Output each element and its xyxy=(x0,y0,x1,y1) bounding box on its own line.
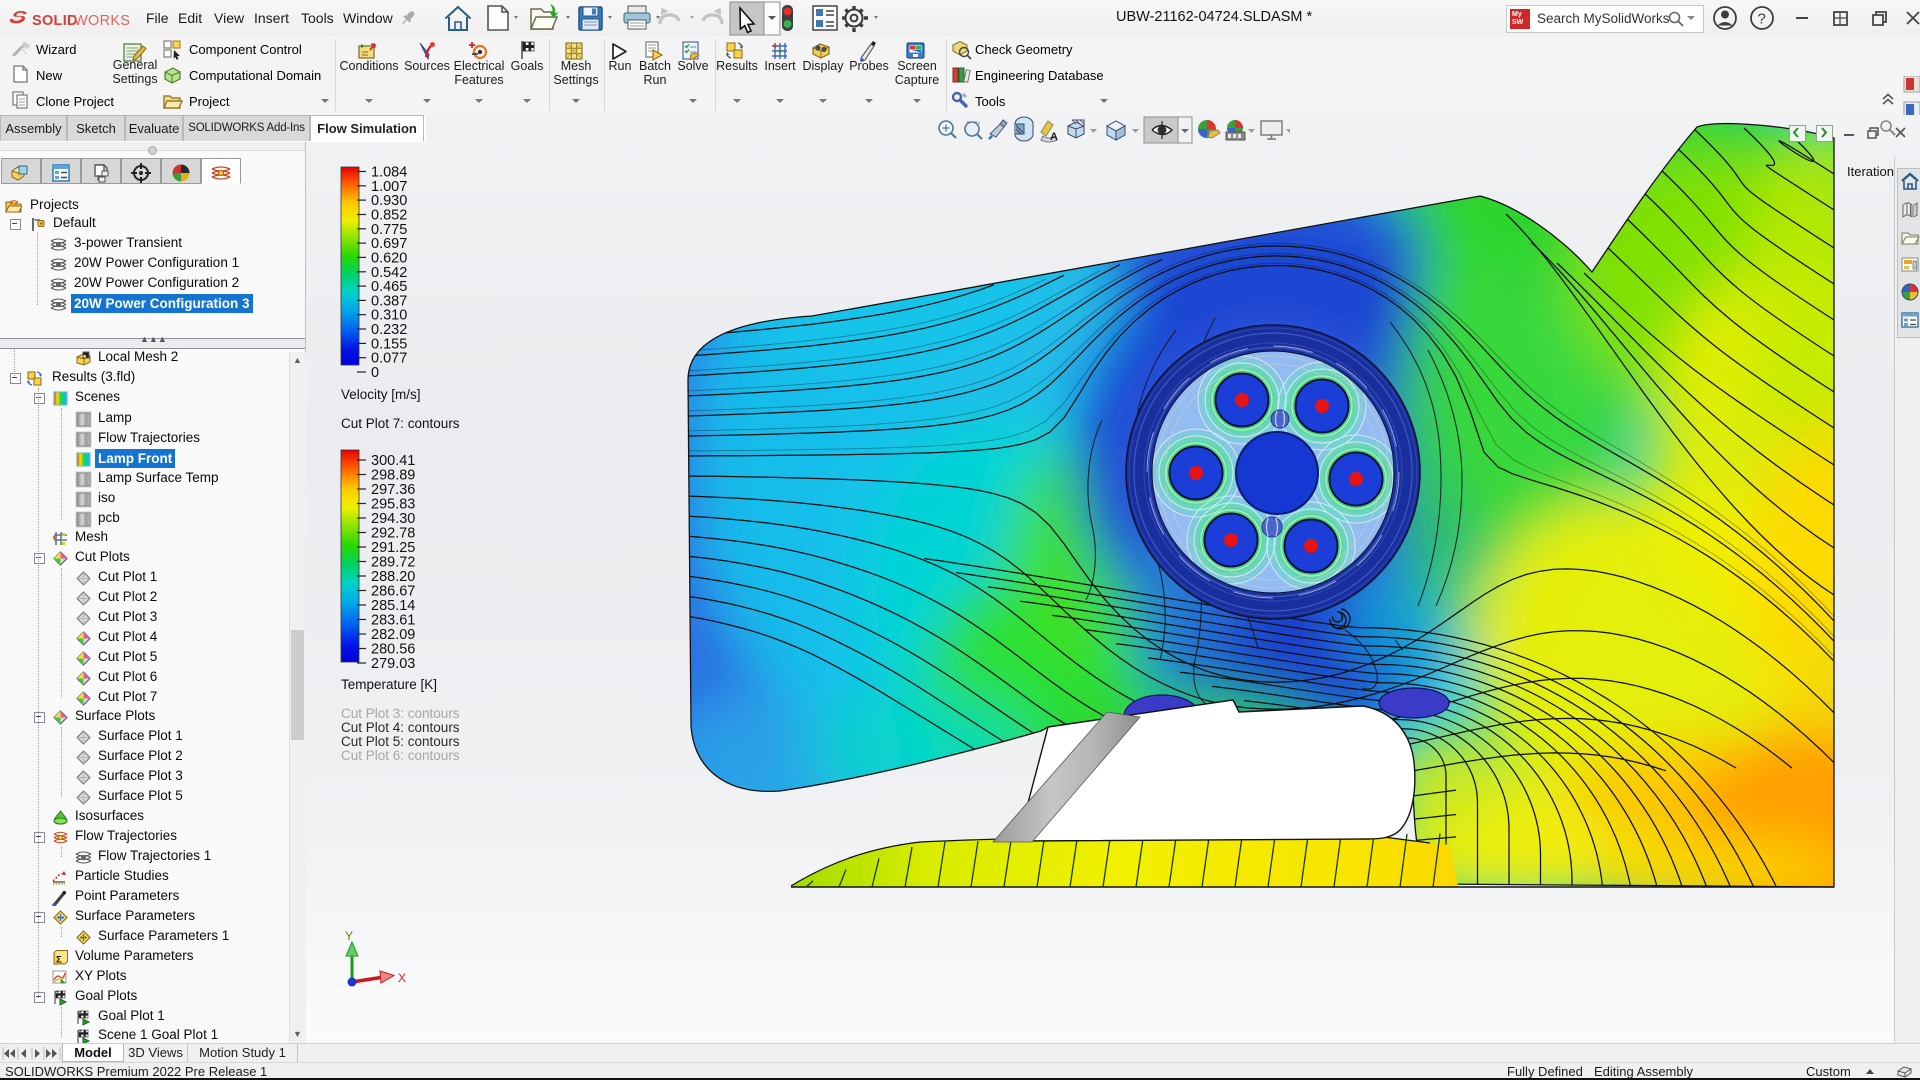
svg-text:Cut Plot 6: contours: Cut Plot 6: contours xyxy=(341,748,460,763)
svg-text:Cut Plot 7: contours: Cut Plot 7: contours xyxy=(341,416,460,431)
svg-text:WORKS: WORKS xyxy=(74,13,130,29)
svg-text:X: X xyxy=(398,971,406,985)
svg-text:Cut Plot 3: contours: Cut Plot 3: contours xyxy=(341,706,460,721)
svg-text:279.03: 279.03 xyxy=(371,656,415,672)
svg-text:Cut Plot 4: contours: Cut Plot 4: contours xyxy=(341,720,460,735)
svg-text:Y: Y xyxy=(345,929,353,943)
svg-text:?: ? xyxy=(1758,11,1766,28)
svg-text:SOLID: SOLID xyxy=(32,13,78,29)
svg-text:A: A xyxy=(1050,131,1058,143)
svg-text:Temperature [K]: Temperature [K] xyxy=(341,677,437,692)
svg-text:Cut Plot 5: contours: Cut Plot 5: contours xyxy=(341,734,460,749)
svg-text:Velocity [m/s]: Velocity [m/s] xyxy=(341,387,421,402)
svg-text:0: 0 xyxy=(371,365,379,381)
